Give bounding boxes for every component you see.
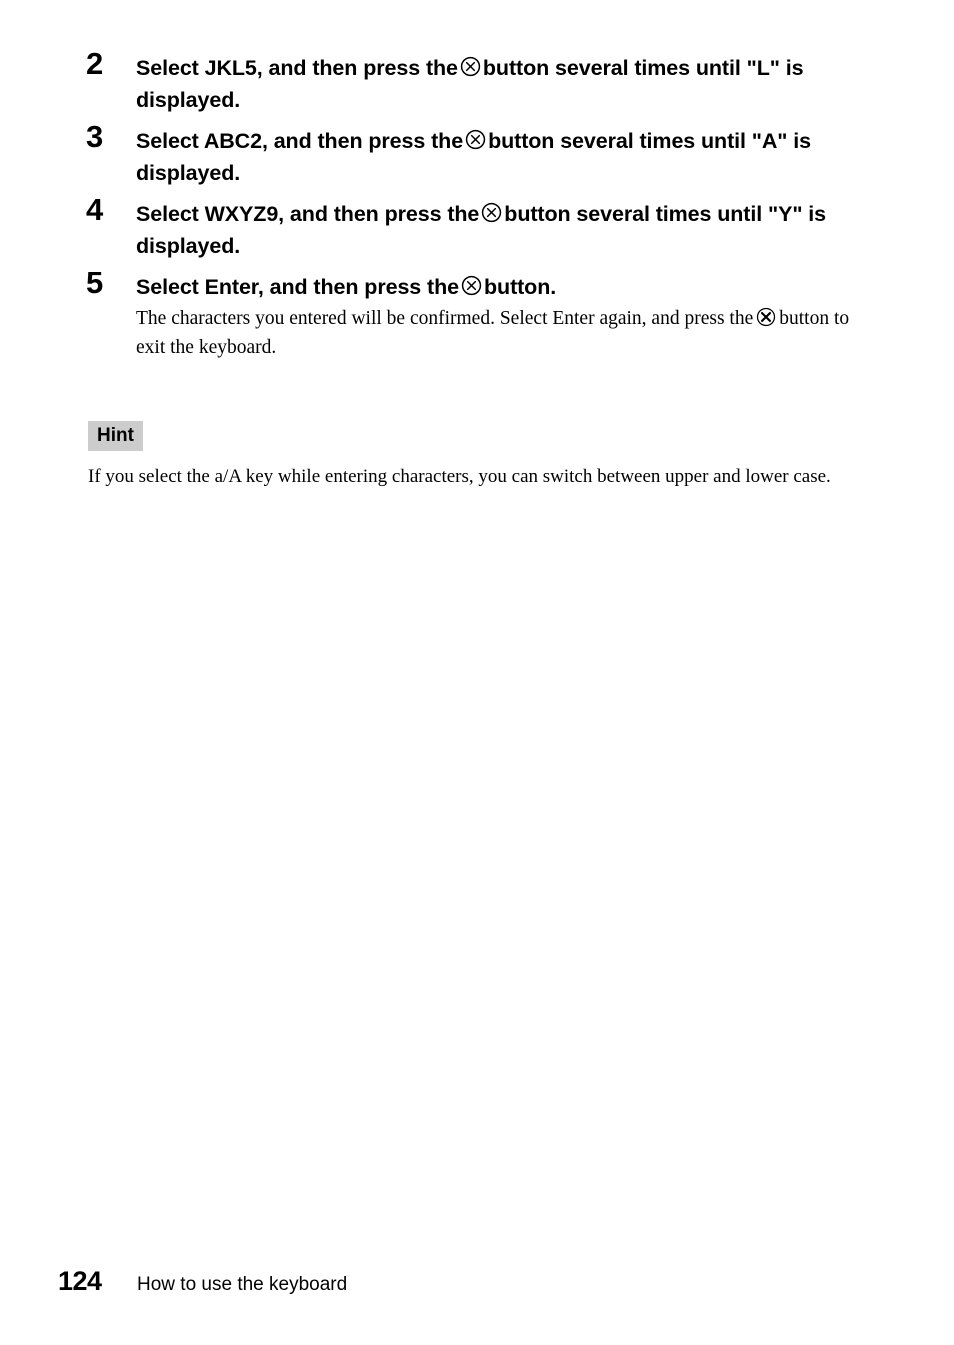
step-title-text-before-icon: Select JKL5, and then press the xyxy=(136,56,458,80)
step-title-text-before-icon: Select Enter, and then press the xyxy=(136,275,459,299)
cross-button-icon xyxy=(460,56,481,77)
step-body: Select WXYZ9, and then press the button s… xyxy=(136,198,866,262)
hint-text: If you select the a/A key while entering… xyxy=(88,466,831,487)
hint-label: Hint xyxy=(88,421,143,451)
cross-button-icon xyxy=(481,202,502,223)
step-item: 2 Select JKL5, and then press the button … xyxy=(86,48,866,116)
step-description-text-before-icon: The characters you entered will be confi… xyxy=(136,308,754,329)
step-list: 2 Select JKL5, and then press the button … xyxy=(86,48,866,371)
step-description: The characters you entered will be confi… xyxy=(136,304,866,362)
manual-page: 2 Select JKL5, and then press the button … xyxy=(0,0,954,1345)
step-item: 3 Select ABC2, and then press the button … xyxy=(86,121,866,189)
cross-button-icon xyxy=(756,307,776,327)
step-title: Select ABC2, and then press the button se… xyxy=(136,125,866,189)
step-number: 5 xyxy=(86,265,103,300)
step-number: 2 xyxy=(86,46,103,81)
cross-button-icon xyxy=(465,129,486,150)
page-number: 124 xyxy=(58,1266,102,1296)
step-body: Select ABC2, and then press the button se… xyxy=(136,125,866,189)
footer-section-title: How to use the keyboard xyxy=(137,1274,348,1295)
step-title-text-before-icon: Select ABC2, and then press the xyxy=(136,129,464,153)
step-body: Select JKL5, and then press the button se… xyxy=(136,52,866,116)
step-number: 4 xyxy=(86,192,103,227)
step-title: Select JKL5, and then press the button se… xyxy=(136,52,866,116)
step-title-text-before-icon: Select WXYZ9, and then press the xyxy=(136,202,480,226)
step-title: Select Enter, and then press the button. xyxy=(136,271,866,303)
step-number: 3 xyxy=(86,119,103,154)
hint-block: Hint If you select the a/A key while ent… xyxy=(88,421,844,490)
page-footer: 124 How to use the keyboard xyxy=(58,1268,347,1298)
cross-button-icon xyxy=(461,275,482,296)
step-item: 4 Select WXYZ9, and then press the button… xyxy=(86,194,866,262)
step-body: Select Enter, and then press the button. … xyxy=(136,271,866,362)
step-title: Select WXYZ9, and then press the button s… xyxy=(136,198,866,262)
step-item: 5 Select Enter, and then press the button… xyxy=(86,267,866,362)
step-title-text-after-icon: button. xyxy=(484,275,557,299)
